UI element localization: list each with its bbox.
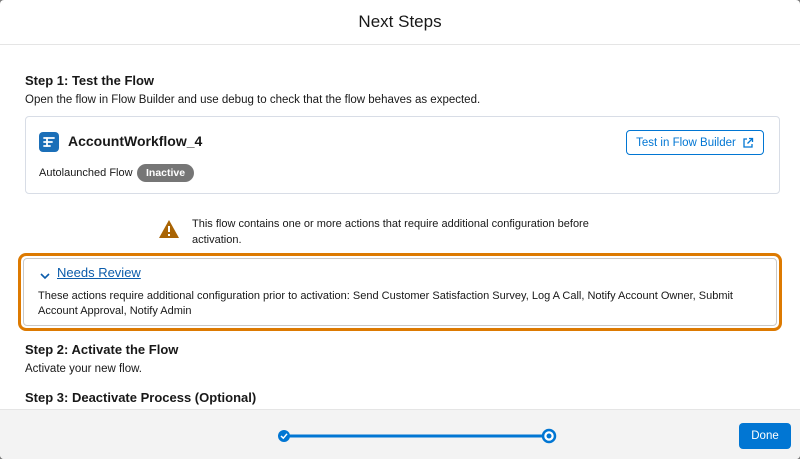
step2-description: Activate your new flow. bbox=[25, 363, 142, 375]
step3-heading: Step 3: Deactivate Process (Optional) bbox=[25, 390, 257, 405]
done-button[interactable]: Done bbox=[739, 423, 791, 449]
progress-indicator bbox=[277, 428, 557, 444]
test-in-flow-builder-button[interactable]: Test in Flow Builder bbox=[626, 130, 764, 155]
flow-name: AccountWorkflow_4 bbox=[68, 133, 203, 149]
step2-heading: Step 2: Activate the Flow bbox=[25, 342, 179, 357]
progress-step-completed[interactable] bbox=[278, 430, 290, 442]
modal-header: Next Steps bbox=[0, 0, 800, 45]
status-badge: Inactive bbox=[137, 164, 195, 182]
flow-card: AccountWorkflow_4 Autolaunched Flow Inac… bbox=[25, 116, 780, 194]
flow-icon bbox=[39, 132, 59, 152]
chevron-down-icon[interactable] bbox=[39, 269, 51, 281]
warning-text: This flow contains one or more actions t… bbox=[192, 218, 589, 246]
needs-review-text: These actions require additional configu… bbox=[38, 290, 733, 317]
modal-title: Next Steps bbox=[358, 12, 442, 31]
modal-footer: Done bbox=[0, 409, 800, 459]
flow-type: Autolaunched Flow bbox=[39, 167, 133, 179]
next-steps-modal: Next Steps Step 1: Test the Flow Open th… bbox=[0, 0, 800, 459]
progress-step-current[interactable] bbox=[541, 428, 557, 444]
needs-review-toggle[interactable]: Needs Review bbox=[57, 265, 141, 280]
needs-review-highlight: Needs Review These actions require addit… bbox=[18, 253, 782, 331]
needs-review-section: Needs Review These actions require addit… bbox=[23, 258, 777, 326]
step1-description: Open the flow in Flow Builder and use de… bbox=[25, 94, 481, 106]
test-button-label: Test in Flow Builder bbox=[636, 136, 736, 149]
modal-body[interactable]: Step 1: Test the Flow Open the flow in F… bbox=[0, 45, 800, 409]
warning-icon bbox=[158, 219, 180, 239]
external-link-icon bbox=[742, 137, 754, 149]
step1-heading: Step 1: Test the Flow bbox=[25, 73, 155, 88]
